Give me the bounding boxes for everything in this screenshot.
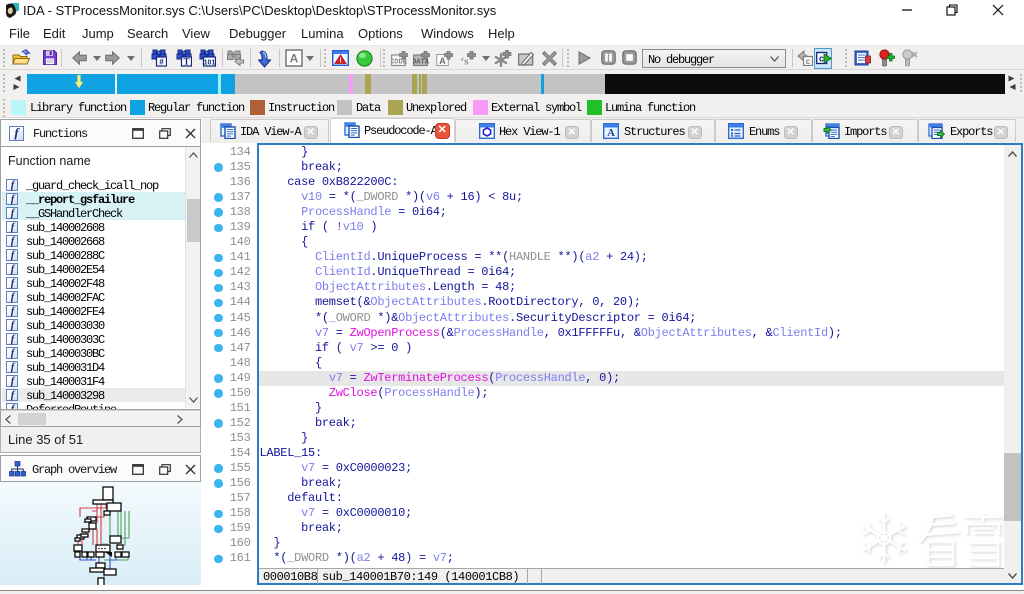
svg-text:A: A (290, 52, 299, 66)
svg-text:T: T (183, 57, 189, 67)
svg-text:101: 101 (204, 60, 216, 67)
svg-text:c: c (806, 57, 811, 66)
svg-text:#: # (159, 58, 164, 67)
svg-text:A: A (607, 128, 615, 139)
svg-text:‘s: ‘s (461, 56, 470, 68)
svg-text:CODE: CODE (391, 59, 407, 67)
svg-text:A: A (439, 56, 446, 66)
svg-text:!: ! (339, 58, 341, 65)
svg-text:c: c (819, 54, 824, 64)
svg-text:DATA: DATA (413, 59, 430, 67)
